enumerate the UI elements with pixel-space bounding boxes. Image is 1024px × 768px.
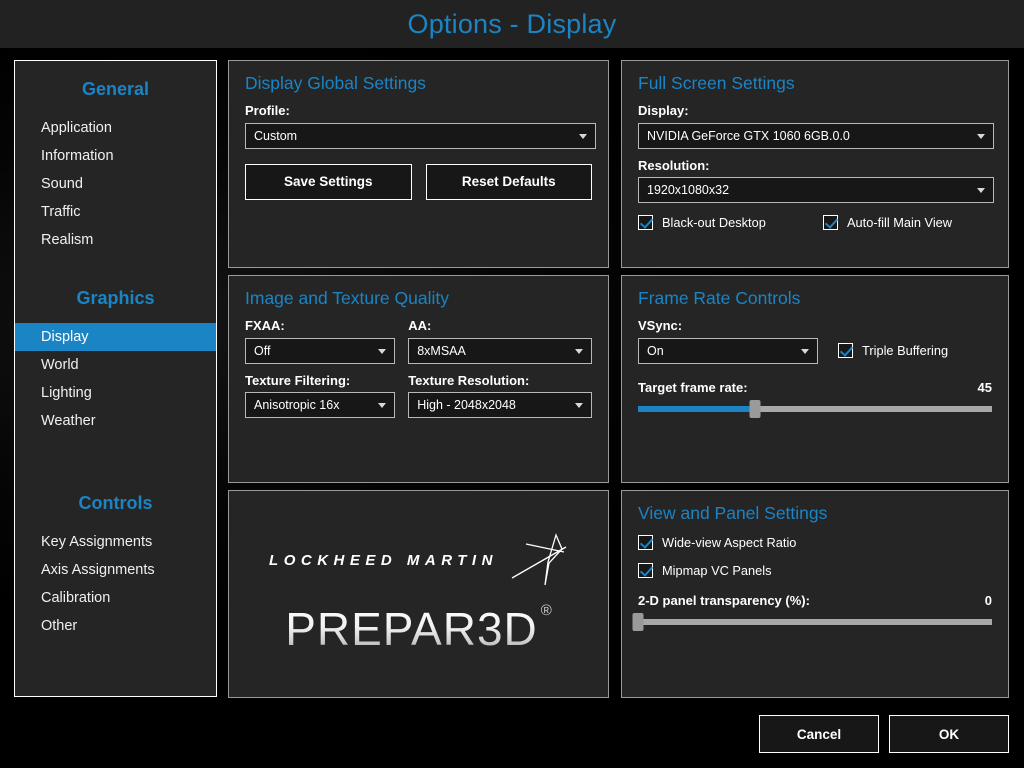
checkmark-icon: [638, 535, 653, 550]
ok-button[interactable]: OK: [889, 715, 1009, 753]
sidebar-item-realism[interactable]: Realism: [15, 226, 216, 254]
blackout-desktop-label: Black-out Desktop: [662, 215, 766, 230]
chevron-down-icon: [378, 403, 386, 408]
panel-transparency-slider[interactable]: [638, 619, 992, 625]
texture-filtering-dropdown[interactable]: Anisotropic 16x: [245, 392, 395, 418]
cancel-button[interactable]: Cancel: [759, 715, 879, 753]
page-title: Options - Display: [408, 11, 617, 38]
sidebar-group-general: General: [15, 79, 216, 100]
mipmap-vc-panels-checkbox-row[interactable]: Mipmap VC Panels: [638, 563, 992, 578]
panel-title-full-screen-settings: Full Screen Settings: [622, 61, 1008, 93]
panel-title-frame-rate-controls: Frame Rate Controls: [622, 276, 1008, 308]
slider-thumb[interactable]: [749, 400, 760, 418]
vsync-dropdown[interactable]: On: [638, 338, 818, 364]
target-frame-rate-label: Target frame rate:: [638, 380, 748, 395]
aa-label: AA:: [408, 318, 592, 334]
target-frame-rate-slider[interactable]: [638, 406, 992, 412]
window-titlebar: Options - Display: [0, 0, 1024, 48]
chevron-down-icon: [378, 349, 386, 354]
mipmap-vc-panels-label: Mipmap VC Panels: [662, 563, 772, 578]
prepar3d-wordmark: PREPAR3D: [285, 602, 538, 656]
panel-title-image-texture-quality: Image and Texture Quality: [229, 276, 608, 308]
triple-buffering-label: Triple Buffering: [862, 343, 948, 358]
display-device-label: Display:: [638, 103, 992, 119]
sidebar-item-axis-assignments[interactable]: Axis Assignments: [15, 556, 216, 584]
registered-trademark-icon: ®: [541, 602, 552, 619]
sidebar-group-graphics: Graphics: [15, 288, 216, 309]
panel-image-texture-quality: Image and Texture Quality FXAA: Off AA: …: [228, 275, 609, 483]
panel-view-panel-settings: View and Panel Settings Wide-view Aspect…: [621, 490, 1009, 698]
sidebar-item-application[interactable]: Application: [15, 114, 216, 142]
sidebar-item-calibration[interactable]: Calibration: [15, 584, 216, 612]
fxaa-label: FXAA:: [245, 318, 395, 334]
slider-fill: [638, 406, 755, 412]
panel-title-view-panel-settings: View and Panel Settings: [622, 491, 1008, 523]
display-device-dropdown[interactable]: NVIDIA GeForce GTX 1060 6GB.0.0: [638, 123, 994, 149]
slider-thumb[interactable]: [633, 613, 644, 631]
aa-value: 8xMSAA: [417, 344, 466, 358]
sidebar-item-world[interactable]: World: [15, 351, 216, 379]
blackout-desktop-checkbox-row[interactable]: Black-out Desktop: [638, 215, 823, 230]
texture-resolution-dropdown[interactable]: High - 2048x2048: [408, 392, 592, 418]
vsync-value: On: [647, 344, 664, 358]
vsync-label: VSync:: [638, 318, 992, 334]
sidebar-group-controls: Controls: [15, 493, 216, 514]
fxaa-dropdown[interactable]: Off: [245, 338, 395, 364]
chevron-down-icon: [977, 188, 985, 193]
save-settings-button[interactable]: Save Settings: [245, 164, 412, 200]
panel-transparency-label: 2-D panel transparency (%):: [638, 593, 810, 608]
texture-filtering-value: Anisotropic 16x: [254, 398, 339, 412]
chevron-down-icon: [575, 403, 583, 408]
lockheed-star-icon: [504, 532, 568, 588]
sidebar-nav: General Application Information Sound Tr…: [14, 60, 217, 697]
panel-branding: LOCKHEED MARTIN PREPAR3D ®: [228, 490, 609, 698]
profile-dropdown[interactable]: Custom: [245, 123, 596, 149]
panel-frame-rate-controls: Frame Rate Controls VSync: On Triple Buf…: [621, 275, 1009, 483]
chevron-down-icon: [801, 349, 809, 354]
chevron-down-icon: [575, 349, 583, 354]
wide-view-aspect-ratio-label: Wide-view Aspect Ratio: [662, 535, 796, 550]
options-window: Options - Display General Application In…: [0, 0, 1024, 768]
panel-display-global-settings: Display Global Settings Profile: Custom …: [228, 60, 609, 268]
resolution-label: Resolution:: [638, 158, 992, 174]
aa-dropdown[interactable]: 8xMSAA: [408, 338, 592, 364]
target-frame-rate-value: 45: [978, 380, 992, 395]
sidebar-item-display[interactable]: Display: [15, 323, 216, 351]
profile-dropdown-value: Custom: [254, 129, 297, 143]
sidebar-item-sound[interactable]: Sound: [15, 170, 216, 198]
panel-full-screen-settings: Full Screen Settings Display: NVIDIA GeF…: [621, 60, 1009, 268]
sidebar-item-traffic[interactable]: Traffic: [15, 198, 216, 226]
autofill-main-view-label: Auto-fill Main View: [847, 215, 952, 230]
checkmark-icon: [638, 215, 653, 230]
chevron-down-icon: [579, 134, 587, 139]
sidebar-item-weather[interactable]: Weather: [15, 407, 216, 435]
texture-filtering-label: Texture Filtering:: [245, 373, 395, 389]
lockheed-martin-logo: LOCKHEED MARTIN: [269, 532, 568, 588]
checkmark-icon: [838, 343, 853, 358]
panel-transparency-value: 0: [985, 593, 992, 608]
triple-buffering-checkbox-row[interactable]: Triple Buffering: [838, 343, 948, 358]
resolution-value: 1920x1080x32: [647, 183, 729, 197]
checkmark-icon: [638, 563, 653, 578]
texture-resolution-label: Texture Resolution:: [408, 373, 592, 389]
autofill-main-view-checkbox-row[interactable]: Auto-fill Main View: [823, 215, 952, 230]
profile-label: Profile:: [245, 103, 592, 119]
resolution-dropdown[interactable]: 1920x1080x32: [638, 177, 994, 203]
fxaa-value: Off: [254, 344, 270, 358]
sidebar-item-information[interactable]: Information: [15, 142, 216, 170]
sidebar-item-lighting[interactable]: Lighting: [15, 379, 216, 407]
sidebar-item-other[interactable]: Other: [15, 612, 216, 640]
panel-title-display-global-settings: Display Global Settings: [229, 61, 608, 93]
reset-defaults-button[interactable]: Reset Defaults: [426, 164, 593, 200]
checkmark-icon: [823, 215, 838, 230]
display-device-value: NVIDIA GeForce GTX 1060 6GB.0.0: [647, 129, 850, 143]
lockheed-martin-wordmark: LOCKHEED MARTIN: [269, 552, 498, 569]
wide-view-aspect-ratio-checkbox-row[interactable]: Wide-view Aspect Ratio: [638, 535, 992, 550]
texture-resolution-value: High - 2048x2048: [417, 398, 516, 412]
sidebar-item-key-assignments[interactable]: Key Assignments: [15, 528, 216, 556]
chevron-down-icon: [977, 134, 985, 139]
